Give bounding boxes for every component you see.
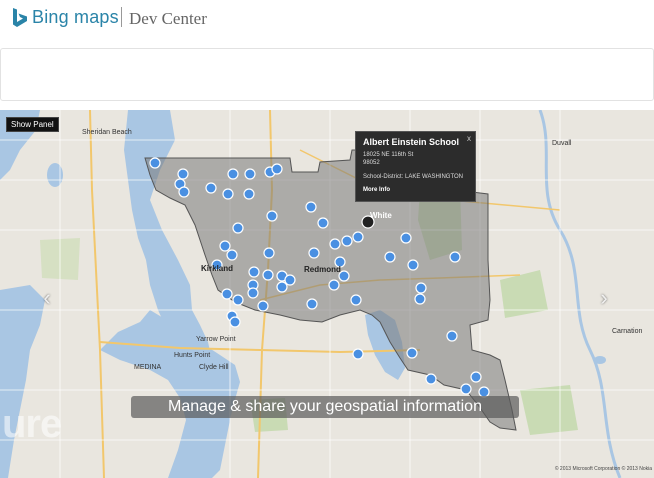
header: Bing maps Dev Center bbox=[0, 0, 654, 40]
map-canvas[interactable]: Kirkland Redmond Clyde Hill Sheridan Bea… bbox=[0, 110, 654, 478]
header-divider bbox=[121, 7, 122, 27]
city-label-medina: MEDINA bbox=[134, 364, 162, 371]
city-label-yarrow-point: Yarrow Point bbox=[196, 336, 236, 343]
school-info-popup: x Albert Einstein School 18025 NE 116th … bbox=[355, 131, 476, 202]
search-toolbar bbox=[0, 48, 654, 101]
city-label-sheridan-beach: Sheridan Beach bbox=[82, 129, 132, 136]
city-label-hunts-point: Hunts Point bbox=[174, 352, 211, 359]
bing-logo-icon[interactable] bbox=[12, 8, 28, 33]
map-attribution: © 2013 Microsoft Corporation © 2013 Noki… bbox=[554, 466, 652, 472]
popup-address-line1: 18025 NE 116th St bbox=[363, 152, 414, 158]
city-label-clyde-hill: Clyde Hill bbox=[199, 364, 229, 371]
section-title[interactable]: Dev Center bbox=[129, 9, 207, 29]
map-graphic bbox=[0, 110, 654, 478]
show-panel-button[interactable]: Show Panel bbox=[6, 117, 59, 132]
city-label-carnation: Carnation bbox=[612, 328, 643, 335]
watermark-text: ure bbox=[2, 402, 62, 446]
city-label-duvall: Duvall bbox=[552, 140, 572, 147]
popup-title: Albert Einstein School bbox=[363, 137, 460, 147]
map-prev-arrow-icon[interactable]: ‹ bbox=[40, 285, 54, 311]
city-label-kirkland: Kirkland bbox=[201, 264, 234, 273]
popup-more-info-link[interactable]: More Info bbox=[363, 187, 468, 193]
popup-close-button[interactable]: x bbox=[467, 134, 471, 143]
selected-marker-label: White bbox=[370, 211, 392, 220]
map-next-arrow-icon[interactable]: › bbox=[597, 285, 611, 311]
map-caption: Manage & share your geospatial informati… bbox=[168, 398, 482, 415]
popup-address-line2: 98052 bbox=[363, 160, 380, 166]
popup-district: School-District: LAKE WASHINGTON bbox=[363, 174, 464, 180]
city-label-redmond: Redmond bbox=[304, 265, 341, 274]
brand-name[interactable]: Bing maps bbox=[32, 7, 119, 28]
